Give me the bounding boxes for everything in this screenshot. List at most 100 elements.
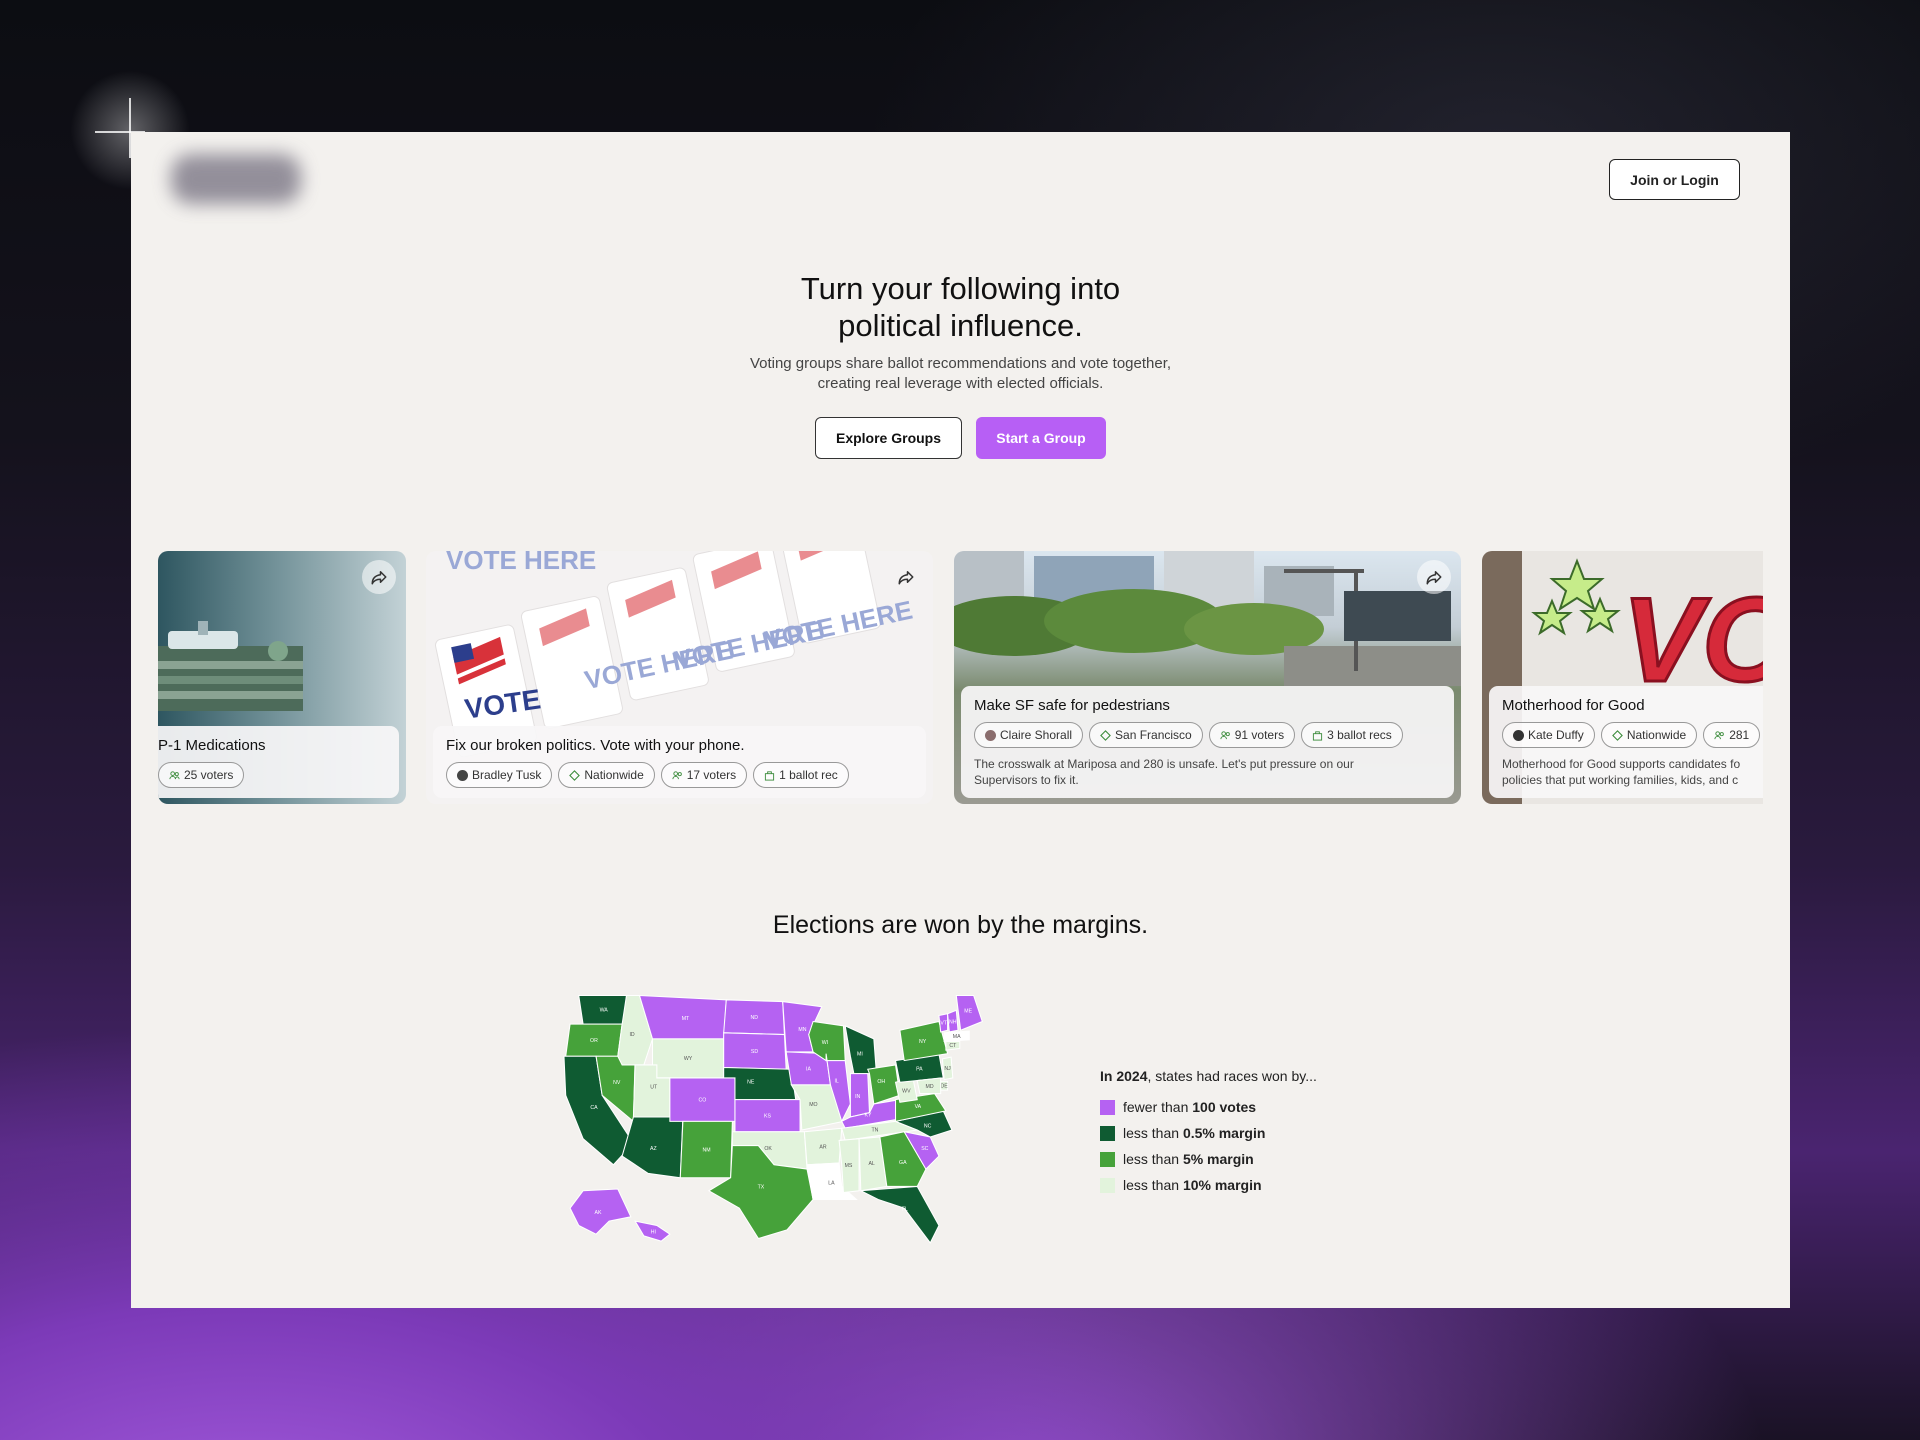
state-label: AL: [868, 1161, 874, 1167]
state-label: OH: [877, 1079, 885, 1085]
legend-prefix: less than: [1123, 1151, 1183, 1167]
logo[interactable]: [171, 154, 301, 204]
card-description-line1: The crosswalk at Mariposa and 280 is uns…: [974, 757, 1354, 771]
state-label: IL: [834, 1079, 838, 1085]
location-icon: [1611, 729, 1623, 741]
card-description-line2: Supervisors to fix it.: [974, 773, 1079, 787]
ballot-rec-count: 1 ballot rec: [779, 768, 838, 782]
state-label: MS: [845, 1163, 853, 1169]
location-name: San Francisco: [1115, 728, 1192, 742]
state-label: KS: [764, 1113, 771, 1119]
voters-count: 17 voters: [686, 768, 737, 782]
card-title: Make SF safe for pedestrians: [974, 697, 1170, 714]
state-label: VT: [940, 1021, 947, 1027]
share-icon[interactable]: [889, 560, 923, 594]
state-label: TN: [871, 1128, 878, 1134]
state-label: MO: [809, 1102, 817, 1108]
legend-year: In 2024: [1100, 1068, 1148, 1084]
location-tag: San Francisco: [1089, 722, 1203, 748]
location-tag: Nationwide: [1600, 722, 1698, 748]
state-label: NV: [613, 1080, 621, 1086]
card-title: P-1 Medications: [158, 737, 266, 754]
start-group-button[interactable]: Start a Group: [976, 417, 1106, 459]
state-mi: [844, 1024, 877, 1075]
state-label: ID: [629, 1032, 634, 1038]
card-tags: Claire Shorall San Francisco 91 voters 3…: [974, 722, 1441, 748]
state-label: FL: [902, 1207, 908, 1213]
group-card-medications[interactable]: P-1 Medications 25 voters: [158, 551, 406, 804]
legend-value: 10% margin: [1182, 1177, 1262, 1193]
creator-tag: Claire Shorall: [974, 722, 1084, 748]
voters-tag: 25 voters: [158, 762, 245, 788]
state-label: AK: [594, 1210, 601, 1216]
creator-name: Kate Duffy: [1528, 728, 1584, 742]
state-label: WV: [902, 1088, 911, 1094]
legend-prefix: less than: [1123, 1177, 1183, 1193]
card-info: Motherhood for Good Kate Duffy Nationwid…: [1489, 686, 1763, 798]
state-label: WY: [684, 1056, 693, 1062]
people-icon: [1220, 730, 1230, 739]
state-label: PA: [916, 1066, 923, 1072]
state-label: CA: [590, 1105, 598, 1111]
card-info: P-1 Medications 25 voters: [158, 726, 399, 798]
state-label: MA: [953, 1034, 961, 1040]
state-label: MI: [857, 1051, 863, 1057]
location-name: Nationwide: [1626, 728, 1687, 742]
margins-title: Elections are won by the margins.: [772, 911, 1149, 939]
groups-carousel[interactable]: P-1 Medications 25 voters VOTE HERE VOTE…: [158, 551, 1763, 804]
state-label: NE: [747, 1080, 755, 1086]
hero-title-line2: political influence.: [838, 308, 1083, 343]
creator-name: Claire Shorall: [1000, 728, 1073, 742]
explore-groups-button[interactable]: Explore Groups: [815, 417, 962, 459]
hero-title-line1: Turn your following into: [800, 271, 1121, 306]
card-info: Make SF safe for pedestrians Claire Shor…: [961, 686, 1454, 798]
avatar: [457, 769, 468, 781]
card-title: Fix our broken politics. Vote with your …: [446, 737, 745, 754]
browser-page: Join or Login Turn your following into p…: [131, 132, 1790, 1308]
ballot-rec-tag: 1 ballot rec: [753, 762, 849, 788]
hero-subtitle-line2: creating real leverage with elected offi…: [817, 375, 1104, 392]
state-label: ND: [751, 1015, 759, 1021]
avatar: [985, 729, 996, 741]
people-icon: [1714, 730, 1724, 739]
join-or-login-button[interactable]: Join or Login: [1609, 159, 1740, 200]
legend-swatch: [1100, 1177, 1115, 1193]
state-fl: [858, 1185, 940, 1244]
state-label: VA: [915, 1104, 922, 1110]
state-label: NJ: [944, 1066, 951, 1072]
state-label: GA: [899, 1160, 907, 1166]
state-label: IA: [806, 1067, 811, 1073]
location-icon: [1100, 729, 1111, 741]
voters-tag: 17 voters: [660, 762, 748, 788]
legend-swatch: [1100, 1125, 1115, 1141]
state-label: NC: [924, 1124, 932, 1130]
card-description: Motherhood for Good supports candidates …: [1502, 756, 1763, 788]
creator-tag: Kate Duffy: [1502, 722, 1595, 748]
state-label: HI: [651, 1229, 656, 1235]
card-tags: Bradley Tusk Nationwide 17 voters 1 ball…: [446, 762, 913, 788]
card-tags: Kate Duffy Nationwide 281: [1502, 722, 1763, 748]
vote-here-text: VOTE HERE: [446, 551, 596, 575]
share-icon[interactable]: [1417, 560, 1451, 594]
share-icon[interactable]: [362, 560, 396, 594]
state-label: KY: [865, 1112, 872, 1118]
group-card-sf-pedestrians[interactable]: Make SF safe for pedestrians Claire Shor…: [954, 551, 1461, 804]
voters-count: 25 voters: [184, 768, 234, 782]
card-title: Motherhood for Good: [1502, 697, 1645, 714]
card-tags: 25 voters: [158, 762, 386, 788]
card-info: Fix our broken politics. Vote with your …: [433, 726, 926, 798]
state-label: MD: [926, 1084, 934, 1090]
ballot-rec-tag: 3 ballot recs: [1301, 722, 1403, 748]
group-card-motherhood[interactable]: VO Motherhood for Good Kate Duffy Nation…: [1482, 551, 1763, 804]
hero-subtitle-line1: Voting groups share ballot recommendatio…: [749, 355, 1172, 372]
state-label: WA: [600, 1008, 609, 1014]
legend-prefix: less than: [1123, 1125, 1183, 1141]
location-icon: [569, 769, 581, 781]
hero-subtitle: Voting groups share ballot recommendatio…: [131, 354, 1790, 394]
legend-heading: In 2024, states had races won by...: [1100, 1068, 1317, 1084]
legend-item: fewer than 100 votes: [1100, 1094, 1317, 1120]
state-label: MN: [798, 1027, 806, 1033]
state-label: OK: [764, 1146, 772, 1152]
state-label: OR: [590, 1038, 598, 1044]
group-card-fix-politics[interactable]: VOTE HERE VOTE HERE VOTE HERE VOTE HERE …: [426, 551, 933, 804]
